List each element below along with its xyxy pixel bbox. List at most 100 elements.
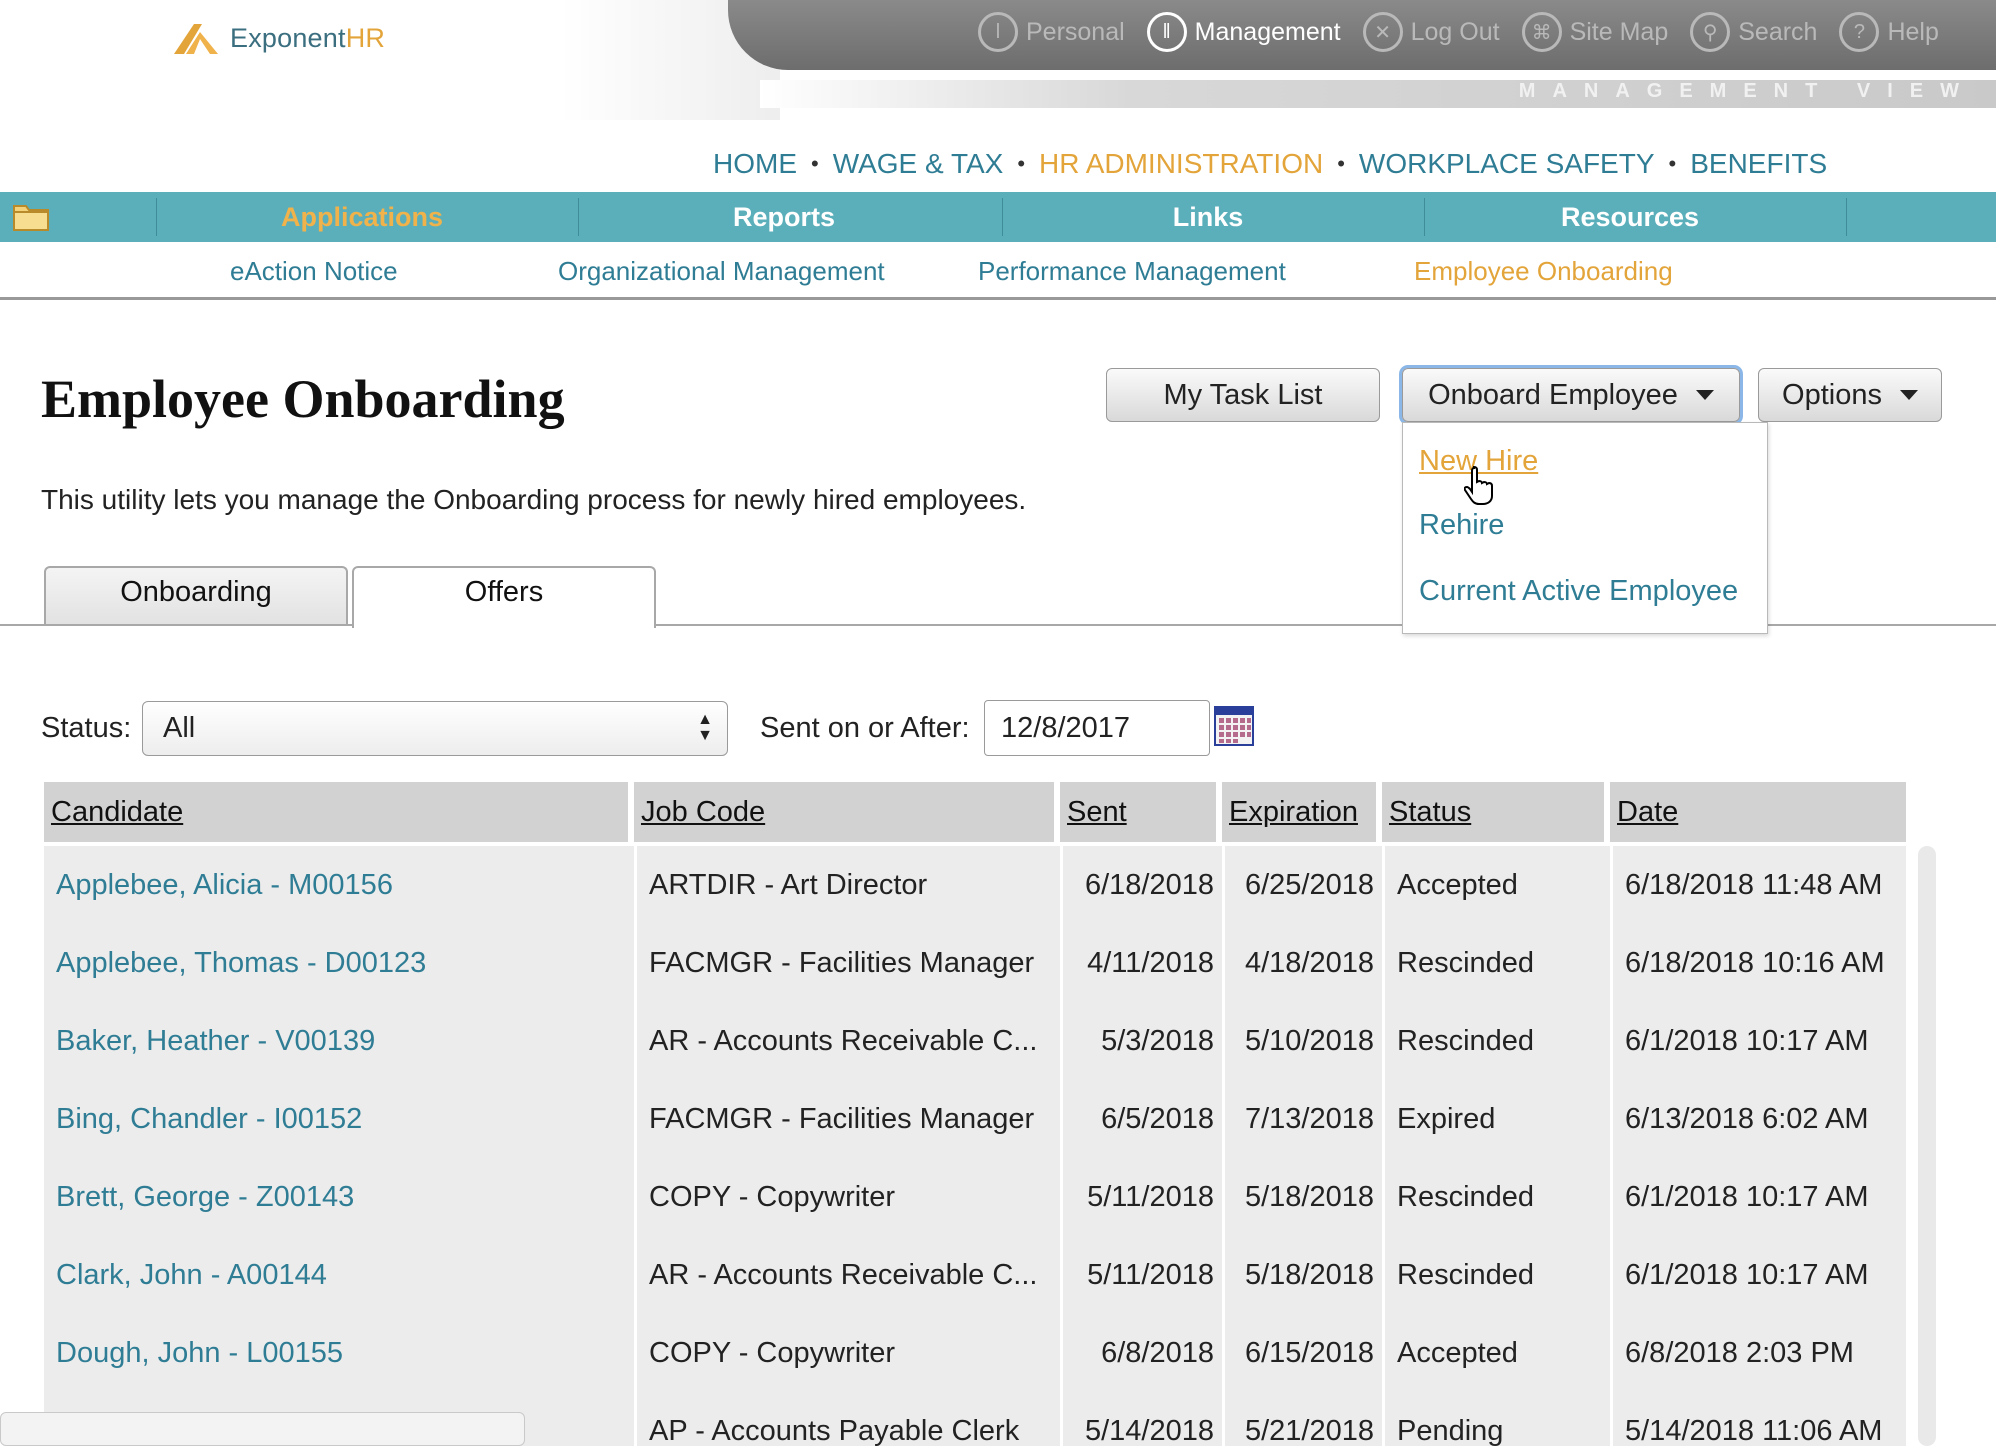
candidate-link[interactable]: Applebee, Thomas - D00123 <box>44 924 634 1002</box>
tab-offers[interactable]: Offers <box>352 566 656 628</box>
column-header-expiration[interactable]: Expiration <box>1222 782 1376 842</box>
subnav-employee-onboarding[interactable]: Employee Onboarding <box>1414 256 1673 287</box>
candidate-link[interactable]: Dough, John - L00155 <box>44 1314 634 1392</box>
expiration-cell: 6/15/2018 <box>1222 1314 1382 1392</box>
table-row[interactable]: Brett, George - Z00143 COPY - Copywriter 5… <box>44 1158 1906 1236</box>
nav-separator: • <box>1017 151 1026 176</box>
candidate-link[interactable]: Baker, Heather - V00139 <box>44 1002 634 1080</box>
status-select-value: All <box>163 712 196 744</box>
column-header-job-code[interactable]: Job Code <box>634 782 1054 842</box>
vertical-scrollbar[interactable] <box>1918 846 1936 1446</box>
date-cell: 6/8/2018 2:03 PM <box>1610 1314 1906 1392</box>
person-icon: ǀ <box>978 12 1018 52</box>
select-arrows-icon: ▲ ▼ <box>697 711 713 744</box>
tab-label: Onboarding <box>120 576 272 608</box>
status-cell: Rescinded <box>1382 1002 1610 1080</box>
column-header-status[interactable]: Status <box>1382 782 1604 842</box>
util-personal[interactable]: ǀ Personal <box>978 12 1125 52</box>
nav-wage-tax[interactable]: WAGE & TAX <box>833 148 1004 180</box>
job-code-cell: COPY - Copywriter <box>634 1314 1060 1392</box>
subnav-eaction-notice[interactable]: eAction Notice <box>230 256 398 287</box>
candidate-link[interactable]: Applebee, Alicia - M00156 <box>44 846 634 924</box>
column-header-date[interactable]: Date <box>1610 782 1906 842</box>
candidate-link[interactable]: Brett, George - Z00143 <box>44 1158 634 1236</box>
candidate-link[interactable]: Clark, John - A00144 <box>44 1236 634 1314</box>
logo-mark-icon <box>174 24 218 54</box>
section-separator <box>1846 198 1847 236</box>
job-code-cell: COPY - Copywriter <box>634 1158 1060 1236</box>
caret-down-icon <box>1695 390 1714 400</box>
folder-icon[interactable] <box>12 200 50 232</box>
calendar-icon[interactable] <box>1214 706 1254 746</box>
util-label: Site Map <box>1569 17 1669 46</box>
table-row[interactable]: Dough, John - L00155 COPY - Copywriter 6/8… <box>44 1314 1906 1392</box>
nav-separator: • <box>811 151 819 176</box>
date-cell: 6/1/2018 10:17 AM <box>1610 1002 1906 1080</box>
table-row[interactable]: Bing, Chandler - I00152 FACMGR - Faciliti… <box>44 1080 1906 1158</box>
exponenthr-logo[interactable]: ExponentHR <box>172 20 385 56</box>
util-label: Personal <box>1026 17 1125 46</box>
sent-after-date-input[interactable]: 12/8/2017 <box>984 700 1210 756</box>
sent-cell: 5/11/2018 <box>1060 1158 1222 1236</box>
status-cell: Accepted <box>1382 1314 1610 1392</box>
options-button[interactable]: Options <box>1758 368 1942 422</box>
status-cell: Rescinded <box>1382 1158 1610 1236</box>
my-task-list-button[interactable]: My Task List <box>1106 368 1380 422</box>
caret-down-icon <box>1899 390 1918 400</box>
sent-cell: 6/18/2018 <box>1060 846 1222 924</box>
util-help[interactable]: ? Help <box>1839 12 1939 52</box>
tab-onboarding[interactable]: Onboarding <box>44 566 348 624</box>
date-cell: 6/18/2018 10:16 AM <box>1610 924 1906 1002</box>
horizontal-scrollbar[interactable] <box>0 1412 525 1446</box>
table-row[interactable]: Clark, John - A00144 AR - Accounts Receiv… <box>44 1236 1906 1314</box>
tab-resources[interactable]: Resources <box>1420 192 1840 242</box>
column-header-sent[interactable]: Sent <box>1060 782 1216 842</box>
subnav-performance-management[interactable]: Performance Management <box>978 256 1286 287</box>
nav-workplace-safety[interactable]: WORKPLACE SAFETY <box>1359 148 1655 180</box>
nav-benefits[interactable]: BENEFITS <box>1690 148 1827 180</box>
menu-item-rehire[interactable]: Rehire <box>1419 509 1504 542</box>
view-strip: MANAGEMENT VIEW <box>760 80 1996 108</box>
status-label: Status: <box>41 712 132 744</box>
date-cell: 6/1/2018 10:17 AM <box>1610 1236 1906 1314</box>
job-code-cell: ARTDIR - Art Director <box>634 846 1060 924</box>
nav-separator: • <box>1668 151 1677 176</box>
main-nav: HOME • WAGE & TAX • HR ADMINISTRATION • … <box>713 148 1827 180</box>
job-code-cell: AR - Accounts Receivable C... <box>634 1002 1060 1080</box>
job-code-cell: AR - Accounts Receivable C... <box>634 1236 1060 1314</box>
button-label: Options <box>1782 378 1882 411</box>
util-label: Search <box>1738 17 1818 46</box>
table-row[interactable]: Baker, Heather - V00139 AR - Accounts Rec… <box>44 1002 1906 1080</box>
date-cell: 6/1/2018 10:17 AM <box>1610 1158 1906 1236</box>
status-select[interactable]: All ▲ ▼ <box>142 701 728 756</box>
table-row[interactable]: Applebee, Thomas - D00123 FACMGR - Facili… <box>44 924 1906 1002</box>
onboard-employee-button[interactable]: Onboard Employee <box>1402 368 1740 422</box>
menu-item-current-active-employee[interactable]: Current Active Employee <box>1419 575 1738 608</box>
top-header: ExponentHR ǀ Personal ǁ Management ✕ Log Ou… <box>0 0 1996 145</box>
tab-applications[interactable]: Applications <box>152 192 572 242</box>
date-cell: 6/13/2018 6:02 AM <box>1610 1080 1906 1158</box>
tab-links[interactable]: Links <box>998 192 1418 242</box>
candidate-link[interactable]: Bing, Chandler - I00152 <box>44 1080 634 1158</box>
nav-home[interactable]: HOME <box>713 148 797 180</box>
util-label: Help <box>1887 17 1939 46</box>
util-logout[interactable]: ✕ Log Out <box>1362 12 1500 52</box>
logout-icon: ✕ <box>1362 12 1403 52</box>
expiration-cell: 4/18/2018 <box>1222 924 1382 1002</box>
util-search[interactable]: ⚲ Search <box>1690 12 1817 52</box>
sub-nav: eAction Notice Organizational Management… <box>0 242 1996 300</box>
onboard-employee-menu: New Hire Rehire Current Active Employee <box>1402 422 1768 634</box>
people-icon: ǁ <box>1146 12 1187 52</box>
logo-text: ExponentHR <box>230 22 386 53</box>
util-sitemap[interactable]: ⌘ Site Map <box>1521 12 1669 52</box>
tab-reports[interactable]: Reports <box>574 192 994 242</box>
status-cell: Accepted <box>1382 846 1610 924</box>
tab-label: Offers <box>464 576 544 608</box>
job-code-cell: FACMGR - Facilities Manager <box>634 1080 1060 1158</box>
page-description: This utility lets you manage the Onboard… <box>41 484 1027 515</box>
nav-hr-administration[interactable]: HR ADMINISTRATION <box>1039 148 1323 180</box>
util-management[interactable]: ǁ Management <box>1146 12 1341 52</box>
subnav-organizational-management[interactable]: Organizational Management <box>558 256 885 287</box>
column-header-candidate[interactable]: Candidate <box>44 782 628 842</box>
table-row[interactable]: Applebee, Alicia - M00156 ARTDIR - Art Di… <box>44 846 1906 924</box>
